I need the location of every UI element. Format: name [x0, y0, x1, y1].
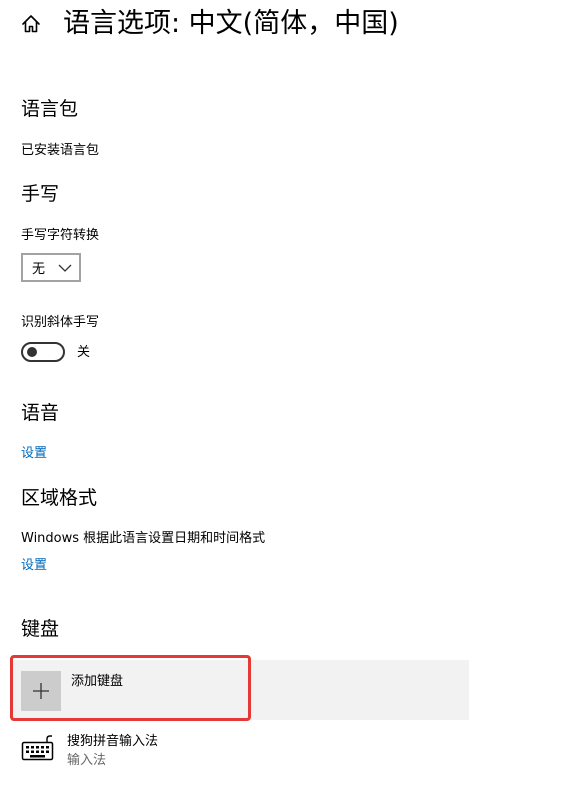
page-title: 语言选项: 中文(简体，中国): [63, 8, 399, 39]
handwriting-conversion-label: 手写字符转换: [21, 228, 100, 243]
regional-format-description: Windows 根据此语言设置日期和时间格式: [21, 531, 266, 546]
section-title-handwriting: 手写: [21, 183, 60, 205]
highlight-annotation-box: [10, 655, 251, 721]
section-title-speech: 语音: [21, 402, 60, 424]
ime-type: 输入法: [67, 753, 107, 768]
italic-handwriting-toggle[interactable]: [21, 342, 65, 362]
speech-settings-link[interactable]: 设置: [21, 445, 47, 463]
dropdown-selected-value: 无: [32, 262, 46, 277]
section-title-language-pack: 语言包: [21, 98, 79, 120]
regional-format-settings-link[interactable]: 设置: [21, 557, 47, 575]
keyboard-icon: [21, 735, 54, 761]
italic-handwriting-label: 识别斜体手写: [21, 315, 100, 330]
handwriting-conversion-dropdown[interactable]: 无: [21, 253, 81, 282]
chevron-down-icon: [58, 264, 72, 272]
ime-name[interactable]: 搜狗拼音输入法: [67, 733, 158, 751]
toggle-state-label: 关: [77, 345, 91, 360]
section-title-regional-format: 区域格式: [21, 487, 98, 509]
language-pack-status: 已安装语言包: [21, 143, 100, 158]
toggle-knob: [27, 347, 37, 357]
section-title-keyboard: 键盘: [21, 618, 60, 640]
home-icon[interactable]: [19, 12, 43, 36]
